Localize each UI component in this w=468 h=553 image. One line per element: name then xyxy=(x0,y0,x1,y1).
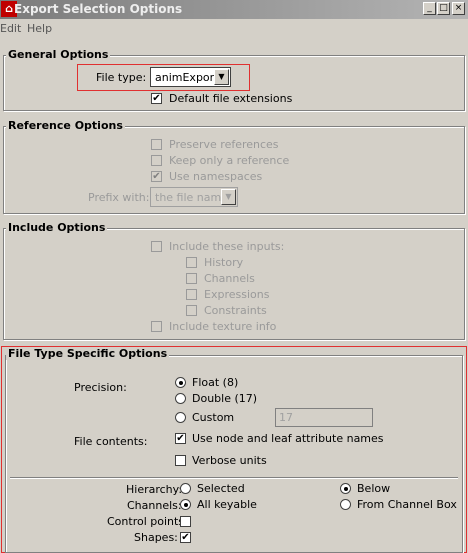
shapes-label: Shapes: xyxy=(134,531,178,544)
prefix-dropdown[interactable]: the file name ▼ xyxy=(150,187,238,207)
all-keyable-label: All keyable xyxy=(197,498,257,511)
channels-label: Channels xyxy=(204,272,255,285)
texture-info-checkbox[interactable] xyxy=(151,321,162,332)
double-label: Double (17) xyxy=(192,392,258,405)
preserve-references-label: Preserve references xyxy=(169,138,279,151)
precision-label: Precision: xyxy=(74,381,127,394)
close-icon[interactable]: × xyxy=(452,2,465,15)
chevron-down-icon[interactable]: ▼ xyxy=(214,69,229,85)
prefix-label: Prefix with: xyxy=(88,191,150,204)
window-title: Export Selection Options xyxy=(14,2,183,16)
custom-precision-field[interactable]: 17 xyxy=(275,408,373,427)
custom-label: Custom xyxy=(192,411,235,424)
file-type-label: File type: xyxy=(96,71,147,84)
selected-label: Selected xyxy=(197,482,245,495)
node-leaf-label: Use node and leaf attribute names xyxy=(192,432,384,445)
channels-checkbox[interactable] xyxy=(186,273,197,284)
separator xyxy=(10,477,458,479)
custom-radio[interactable] xyxy=(175,412,186,423)
keep-reference-checkbox[interactable] xyxy=(151,155,162,166)
constraints-checkbox[interactable] xyxy=(186,305,197,316)
selected-radio[interactable] xyxy=(180,483,191,494)
from-channel-box-radio[interactable] xyxy=(340,499,351,510)
below-radio[interactable] xyxy=(340,483,351,494)
menu-edit[interactable]: Edit xyxy=(0,22,21,35)
menu-help[interactable]: Help xyxy=(27,22,52,35)
double-radio[interactable] xyxy=(175,393,186,404)
prefix-value: the file name xyxy=(155,191,228,204)
chevron-down-icon[interactable]: ▼ xyxy=(221,189,236,205)
all-keyable-radio[interactable] xyxy=(180,499,191,510)
float-radio[interactable] xyxy=(175,377,186,388)
float-label: Float (8) xyxy=(192,376,239,389)
file-contents-label: File contents: xyxy=(74,435,148,448)
general-options-title: General Options xyxy=(6,48,111,61)
keep-reference-label: Keep only a reference xyxy=(169,154,290,167)
title-bar: ⌂ Export Selection Options _ □ × xyxy=(0,0,468,19)
shapes-checkbox[interactable]: ✔ xyxy=(180,532,191,543)
file-type-dropdown[interactable]: animExport ▼ xyxy=(150,67,231,87)
history-checkbox[interactable] xyxy=(186,257,197,268)
channels-label: Channels: xyxy=(127,499,182,512)
default-ext-label: Default file extensions xyxy=(169,92,293,105)
constraints-label: Constraints xyxy=(204,304,267,317)
specific-options-title: File Type Specific Options xyxy=(6,347,170,360)
history-label: History xyxy=(204,256,244,269)
use-namespaces-label: Use namespaces xyxy=(169,170,263,183)
control-points-label: Control points: xyxy=(107,515,188,528)
from-channel-box-label: From Channel Box xyxy=(357,498,457,511)
preserve-references-checkbox[interactable] xyxy=(151,139,162,150)
reference-options-title: Reference Options xyxy=(6,119,125,132)
menu-bar: Edit Help xyxy=(0,19,468,38)
file-type-value: animExport xyxy=(155,71,219,84)
include-options-title: Include Options xyxy=(6,221,108,234)
verbose-units-checkbox[interactable] xyxy=(175,455,186,466)
hierarchy-label: Hierarchy: xyxy=(126,483,183,496)
default-ext-checkbox[interactable]: ✔ xyxy=(151,93,162,104)
verbose-units-label: Verbose units xyxy=(192,454,267,467)
control-points-checkbox[interactable] xyxy=(180,516,191,527)
include-inputs-checkbox[interactable] xyxy=(151,241,162,252)
maximize-icon[interactable]: □ xyxy=(437,2,450,15)
use-namespaces-checkbox[interactable]: ✔ xyxy=(151,171,162,182)
minimize-icon[interactable]: _ xyxy=(423,2,436,15)
texture-info-label: Include texture info xyxy=(169,320,277,333)
expressions-checkbox[interactable] xyxy=(186,289,197,300)
include-inputs-label: Include these inputs: xyxy=(169,240,285,253)
node-leaf-checkbox[interactable]: ✔ xyxy=(175,433,186,444)
expressions-label: Expressions xyxy=(204,288,270,301)
below-label: Below xyxy=(357,482,391,495)
